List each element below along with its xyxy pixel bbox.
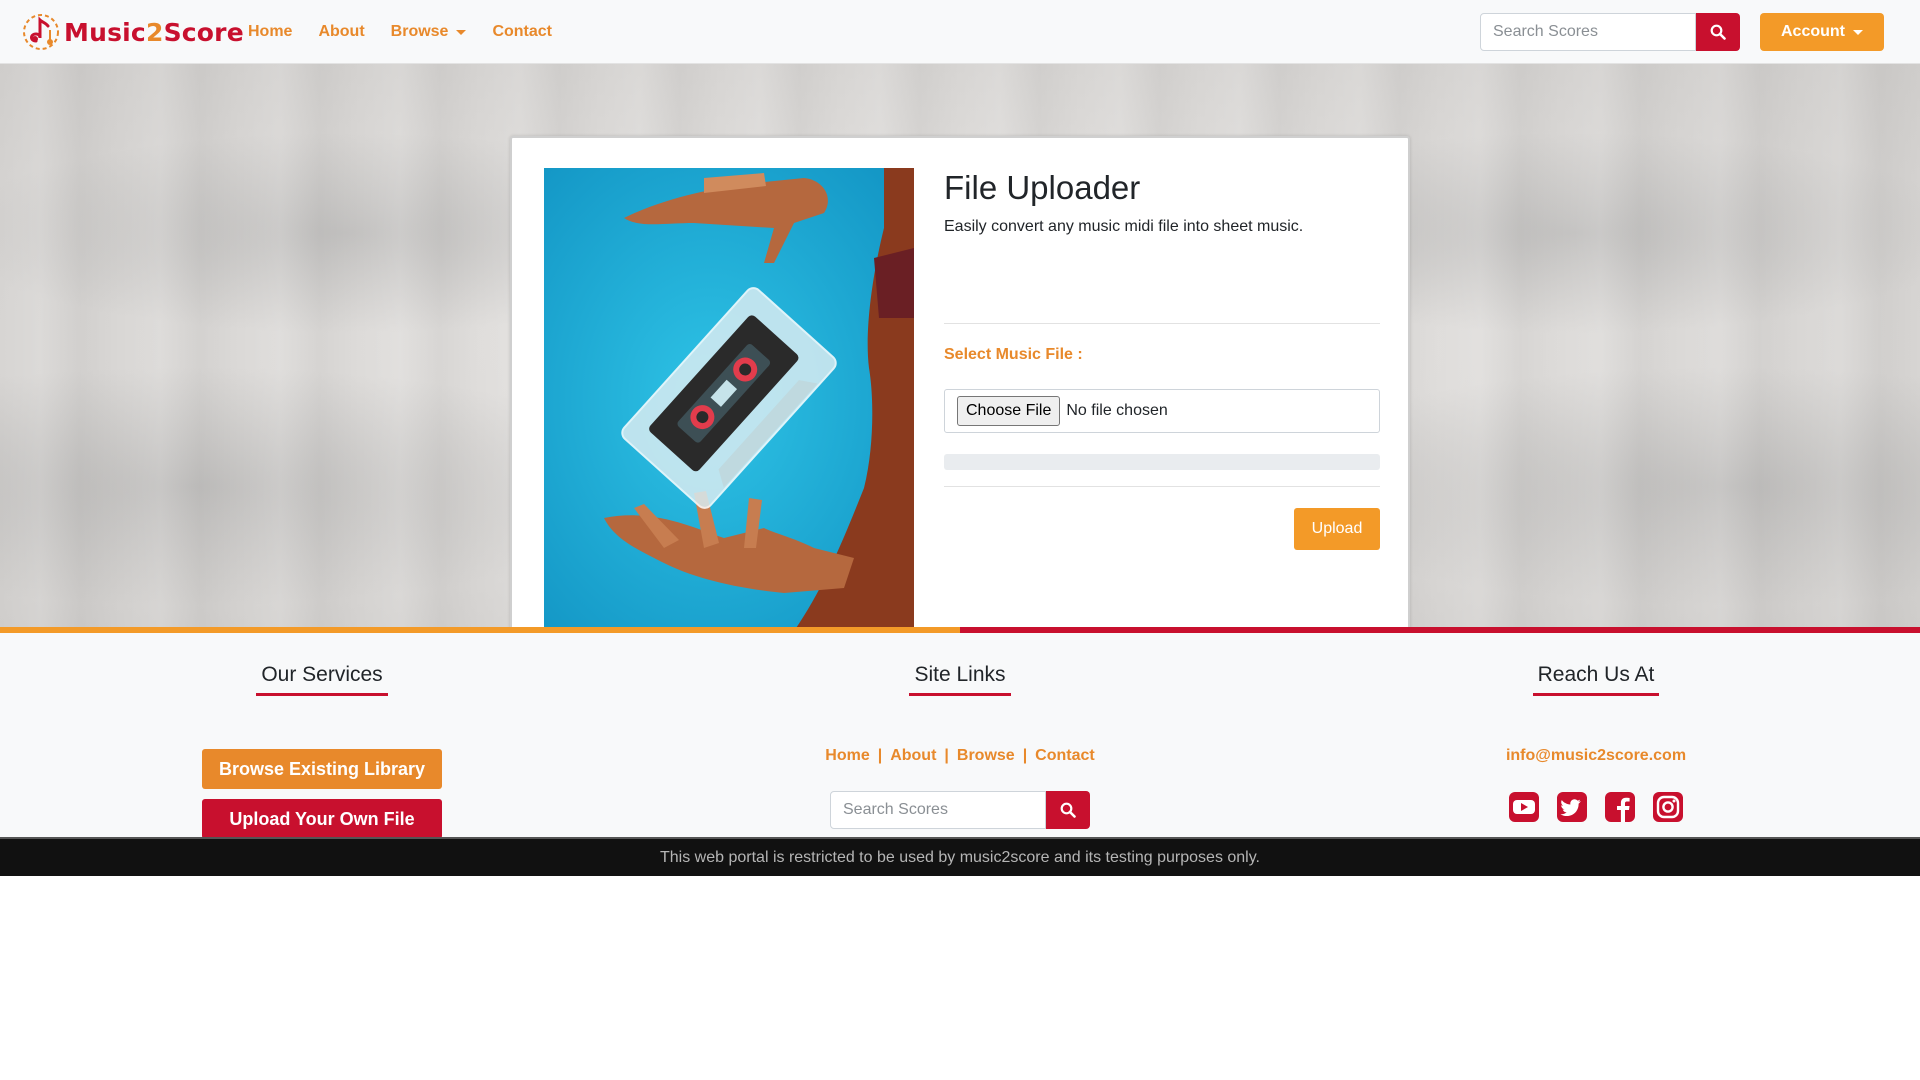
footer-contact-link[interactable]: Contact — [1035, 747, 1095, 764]
chevron-down-icon — [456, 29, 467, 35]
uploader-card: File Uploader Easily convert any music m… — [510, 136, 1410, 660]
reach-title: Reach Us At — [1532, 663, 1660, 696]
search-icon — [1060, 802, 1076, 818]
social-icons — [1346, 791, 1846, 823]
link-separator: | — [1022, 747, 1028, 764]
nav-links: Home About Browse Contact — [248, 0, 578, 64]
page-subtitle: Easily convert any music midi file into … — [944, 218, 1304, 235]
upload-progress-bar — [944, 454, 1380, 470]
brand-name: Music2Score — [64, 18, 244, 47]
link-separator: | — [877, 747, 883, 764]
facebook-icon[interactable] — [1604, 791, 1636, 823]
divider — [944, 323, 1380, 324]
browse-library-button[interactable]: Browse Existing Library — [202, 749, 442, 789]
brand-name-part3: Score — [163, 17, 244, 47]
chevron-down-icon — [1853, 29, 1863, 35]
brand-name-part1: Music — [64, 17, 146, 47]
footer-links: Home | About | Browse | Contact — [710, 747, 1210, 765]
footer-contact-column: Reach Us At info@music2score.com — [1346, 663, 1846, 822]
disclaimer-bar: This web portal is restricted to be used… — [0, 837, 1920, 876]
footer-about-link[interactable]: About — [890, 747, 936, 764]
nav-home-link[interactable]: Home — [248, 23, 292, 41]
nav-search-button[interactable] — [1696, 13, 1740, 51]
brand-logo[interactable]: Music2Score — [20, 12, 244, 52]
site-links-title: Site Links — [909, 663, 1011, 696]
instagram-icon[interactable] — [1652, 791, 1684, 823]
nav-contact-link[interactable]: Contact — [492, 23, 552, 41]
music-note-logo-icon — [23, 14, 59, 50]
uploader-panel: File Uploader Easily convert any music m… — [944, 168, 1380, 550]
nav-search-group — [1480, 13, 1740, 51]
footer-site-links-column: Site Links Home | About | Browse | Contact — [710, 663, 1210, 829]
footer-search-input[interactable] — [830, 791, 1046, 829]
upload-button[interactable]: Upload — [1294, 508, 1380, 550]
youtube-icon[interactable] — [1508, 791, 1540, 823]
footer: Our Services Browse Existing Library Upl… — [0, 633, 1920, 839]
select-file-label: Select Music File : — [944, 346, 1083, 363]
nav-search-input[interactable] — [1480, 13, 1696, 51]
nav-browse-dropdown[interactable]: Browse — [391, 23, 467, 41]
file-status-text: No file chosen — [1066, 402, 1168, 419]
file-input[interactable]: Choose File No file chosen — [944, 389, 1380, 433]
account-dropdown-button[interactable]: Account — [1760, 13, 1884, 51]
nav-browse-label: Browse — [390, 23, 449, 40]
contact-email-link[interactable]: info@music2score.com — [1346, 747, 1846, 765]
footer-search-button[interactable] — [1046, 791, 1090, 829]
upload-own-file-button[interactable]: Upload Your Own File — [202, 799, 442, 839]
footer-home-link[interactable]: Home — [825, 747, 869, 764]
account-label: Account — [1781, 23, 1845, 40]
brand-name-part2: 2 — [145, 17, 164, 47]
divider — [944, 486, 1380, 487]
search-icon — [1710, 24, 1726, 40]
footer-browse-link[interactable]: Browse — [957, 747, 1015, 764]
link-separator: | — [944, 747, 949, 764]
page-title: File Uploader — [944, 169, 1141, 206]
top-navbar: Music2Score Home About Browse Contact Ac… — [0, 0, 1920, 64]
nav-about-link[interactable]: About — [318, 23, 364, 41]
footer-search-group — [830, 791, 1090, 829]
twitter-icon[interactable] — [1556, 791, 1588, 823]
choose-file-button[interactable]: Choose File — [957, 396, 1061, 426]
disclaimer-text: This web portal is restricted to be used… — [660, 848, 1260, 866]
footer-services-column: Our Services Browse Existing Library Upl… — [72, 663, 572, 839]
services-title: Our Services — [256, 663, 388, 696]
cassette-hands-image — [544, 168, 914, 631]
hero-background: File Uploader Easily convert any music m… — [0, 64, 1920, 660]
